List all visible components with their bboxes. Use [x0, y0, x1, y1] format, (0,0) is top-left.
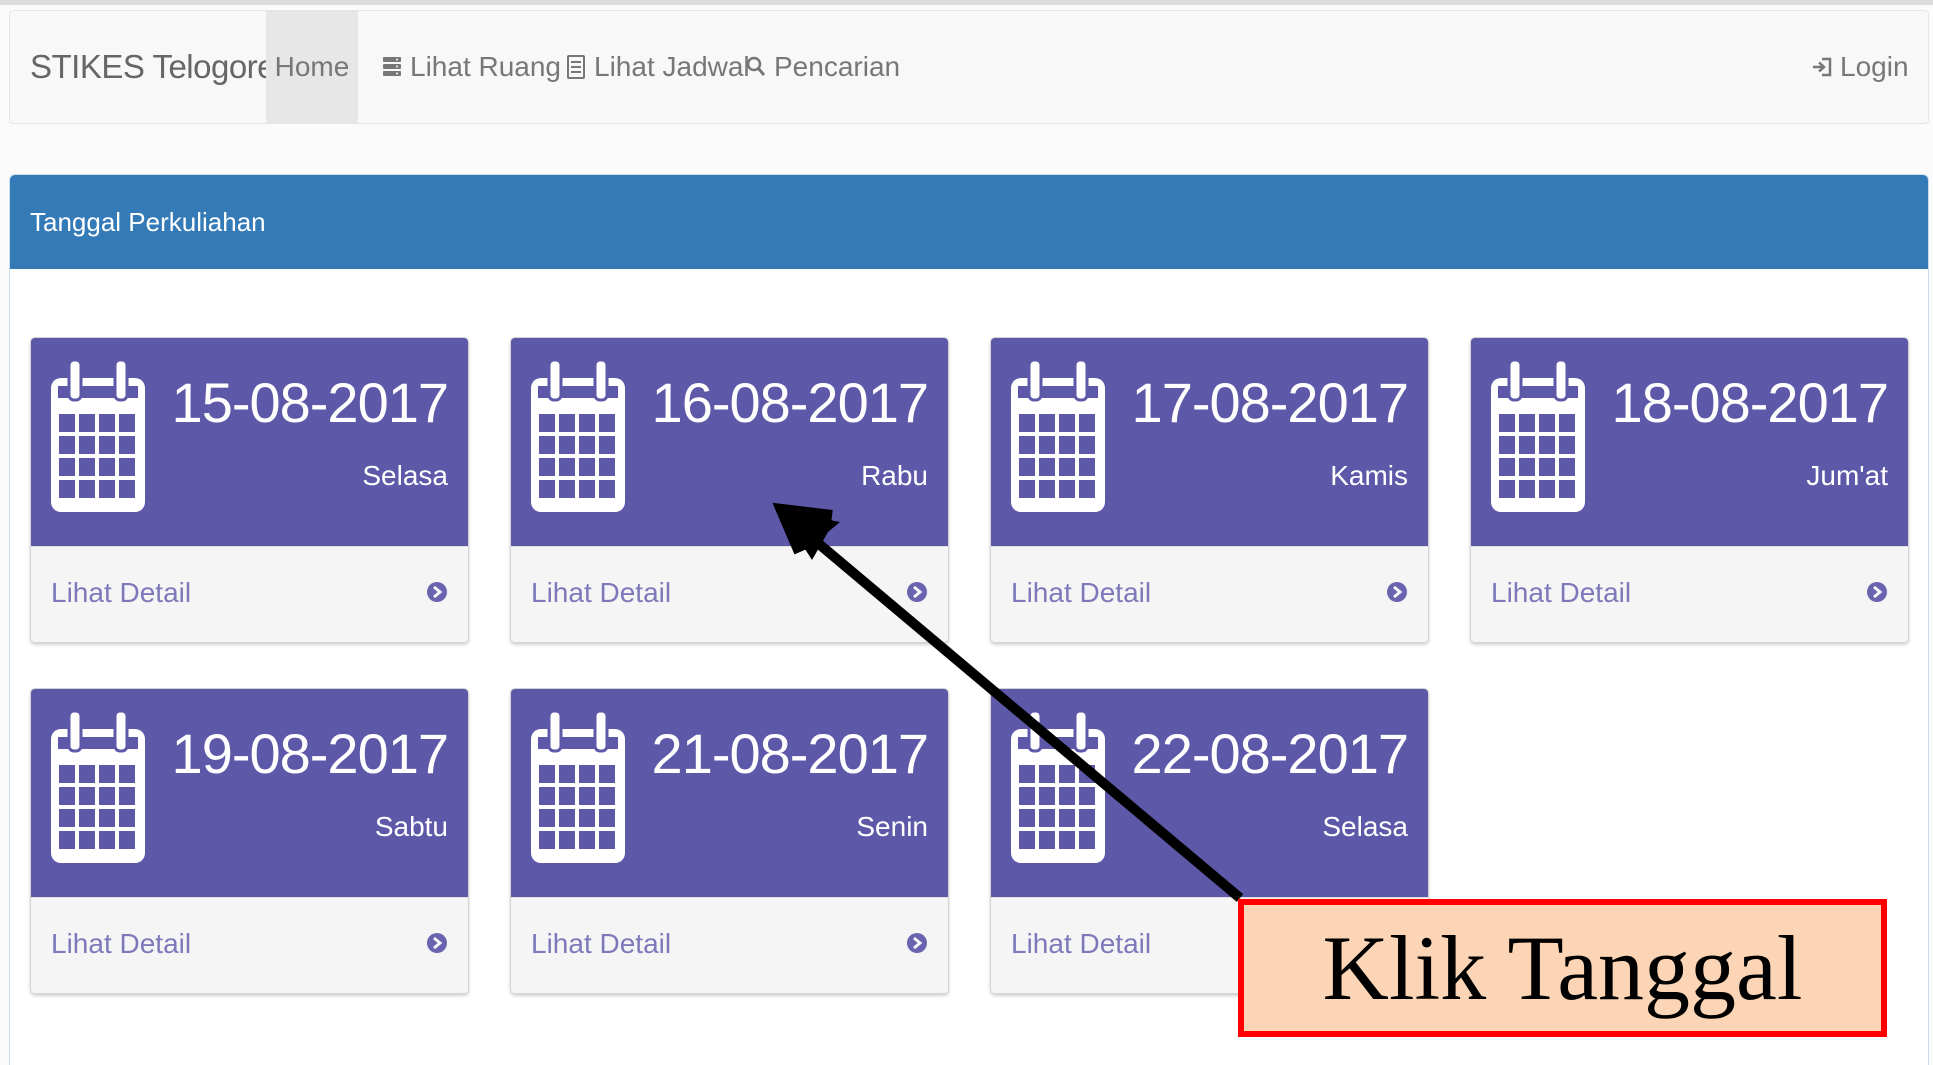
detail-label: Lihat Detail: [531, 928, 672, 959]
card-date: 16-08-2017: [651, 371, 929, 434]
circle-arrow-right-icon: [426, 581, 448, 603]
card-detail-link[interactable]: Lihat Detail: [1471, 546, 1908, 642]
log-in-icon: [1813, 57, 1832, 77]
card-header[interactable]: 18-08-2017 Jum'at: [1471, 338, 1908, 546]
calendar-icon: [51, 358, 145, 520]
navbar: STIKES Telogorejo Home Lihat Ruang Lihat…: [9, 10, 1929, 124]
circle-arrow-right-icon: [426, 932, 448, 954]
circle-arrow-right-icon: [906, 581, 928, 603]
card-day: Sabtu: [374, 811, 448, 842]
card-date: 22-08-2017: [1131, 722, 1409, 785]
nav-lihat-jadwal-label: Lihat Jadwal: [594, 51, 750, 82]
card-header[interactable]: 17-08-2017 Kamis: [991, 338, 1428, 546]
card-detail-link[interactable]: Lihat Detail: [511, 546, 948, 642]
calendar-icon: [531, 709, 625, 871]
card-date: 18-08-2017: [1611, 371, 1889, 434]
nav-lihat-ruang[interactable]: Lihat Ruang: [382, 11, 561, 123]
card-header[interactable]: 19-08-2017 Sabtu: [31, 689, 468, 897]
nav-login-label: Login: [1840, 51, 1909, 82]
date-card[interactable]: 17-08-2017 Kamis Lihat Detail: [990, 337, 1429, 643]
calendar-icon: [1491, 358, 1585, 520]
brand-link[interactable]: STIKES Telogorejo: [30, 11, 300, 123]
card-detail-link[interactable]: Lihat Detail: [511, 897, 948, 993]
nav-lihat-ruang-label: Lihat Ruang: [410, 51, 562, 82]
date-card[interactable]: 19-08-2017 Sabtu Lihat Detail: [30, 688, 469, 994]
panel-heading: Tanggal Perkuliahan: [10, 175, 1928, 269]
klik-tanggal-callout: Klik Tanggal: [1238, 899, 1887, 1037]
detail-label: Lihat Detail: [51, 928, 192, 959]
card-day: Kamis: [1330, 460, 1408, 491]
date-card[interactable]: 15-08-2017 Selasa Lihat Detail: [30, 337, 469, 643]
nav-pencarian[interactable]: Pencarian: [746, 11, 900, 123]
date-card[interactable]: 16-08-2017 Rabu Lihat Detail: [510, 337, 949, 643]
card-date: 19-08-2017: [171, 722, 449, 785]
card-day: Jum'at: [1806, 460, 1888, 491]
calendar-icon: [1011, 709, 1105, 871]
calendar-icon: [51, 709, 145, 871]
calendar-icon: [1011, 358, 1105, 520]
card-date: 17-08-2017: [1131, 371, 1409, 434]
detail-label: Lihat Detail: [1491, 577, 1632, 608]
circle-arrow-right-icon: [1386, 581, 1408, 603]
detail-label: Lihat Detail: [1011, 928, 1152, 959]
nav-pencarian-label: Pencarian: [774, 51, 901, 82]
detail-label: Lihat Detail: [531, 577, 672, 608]
card-day: Senin: [856, 811, 928, 842]
nav-home[interactable]: Home: [266, 11, 358, 123]
card-detail-link[interactable]: Lihat Detail: [31, 897, 468, 993]
date-card[interactable]: 21-08-2017 Senin Lihat Detail: [510, 688, 949, 994]
page-root: STIKES Telogorejo Home Lihat Ruang Lihat…: [0, 0, 1933, 1065]
date-card[interactable]: 18-08-2017 Jum'at Lihat Detail: [1470, 337, 1909, 643]
card-header[interactable]: 22-08-2017 Selasa: [991, 689, 1428, 897]
card-date: 15-08-2017: [171, 371, 449, 434]
calendar-icon: [531, 358, 625, 520]
detail-label: Lihat Detail: [51, 577, 192, 608]
card-detail-link[interactable]: Lihat Detail: [31, 546, 468, 642]
circle-arrow-right-icon: [1866, 581, 1888, 603]
callout-text: Klik Tanggal: [1322, 917, 1803, 1019]
card-day: Rabu: [861, 460, 928, 491]
card-header[interactable]: 15-08-2017 Selasa: [31, 338, 468, 546]
search-icon: [746, 56, 766, 76]
card-day: Selasa: [362, 460, 448, 491]
card-day: Selasa: [1322, 811, 1408, 842]
nav-login[interactable]: Login: [1812, 11, 1909, 123]
card-header[interactable]: 21-08-2017 Senin: [511, 689, 948, 897]
list-alt-icon: [567, 55, 585, 79]
top-border: [0, 0, 1933, 5]
circle-arrow-right-icon: [906, 932, 928, 954]
nav-lihat-jadwal[interactable]: Lihat Jadwal: [566, 11, 750, 123]
detail-label: Lihat Detail: [1011, 577, 1152, 608]
server-icon: [383, 57, 401, 76]
card-header[interactable]: 16-08-2017 Rabu: [511, 338, 948, 546]
card-date: 21-08-2017: [651, 722, 929, 785]
nav-home-label: Home: [274, 51, 350, 82]
card-detail-link[interactable]: Lihat Detail: [991, 546, 1428, 642]
